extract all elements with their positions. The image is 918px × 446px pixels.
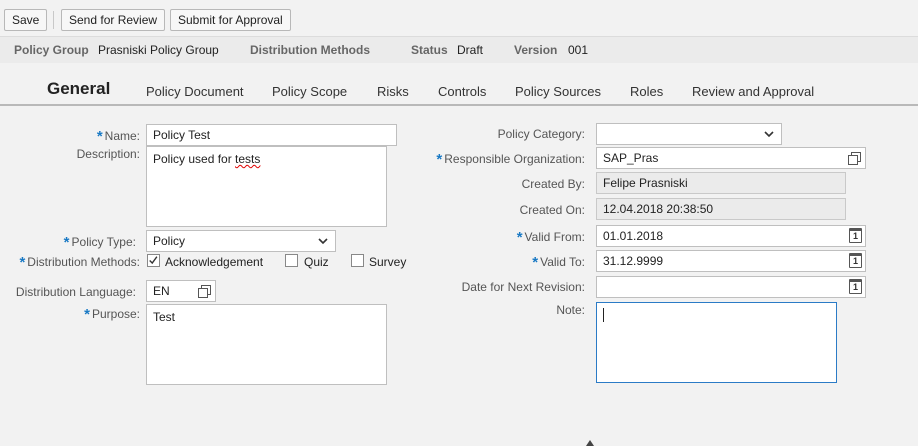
- quiz-label: Quiz: [304, 255, 329, 269]
- tab-strip: General Policy Document Policy Scope Ris…: [0, 63, 918, 106]
- name-label: * Name:: [96, 128, 140, 145]
- next-revision-input[interactable]: 1: [596, 276, 866, 298]
- quiz-checkbox[interactable]: [285, 254, 298, 267]
- survey-checkbox[interactable]: [351, 254, 364, 267]
- required-marker: *: [532, 254, 539, 271]
- status-label: Status: [411, 43, 448, 57]
- responsible-organization-value: SAP_Pras: [603, 151, 659, 165]
- toolbar-separator: [53, 11, 54, 29]
- tab-controls[interactable]: Controls: [438, 84, 486, 99]
- policy-group-label: Policy Group: [14, 43, 89, 57]
- distribution-language-value: EN: [153, 284, 170, 298]
- version-value: 001: [568, 43, 589, 57]
- tab-policy-document[interactable]: Policy Document: [146, 84, 244, 99]
- valid-from-input[interactable]: 01.01.2018 1: [596, 225, 866, 247]
- distribution-methods-header-label: Distribution Methods: [250, 43, 370, 57]
- submit-for-approval-button[interactable]: Submit for Approval: [170, 9, 291, 31]
- tab-general[interactable]: General: [47, 79, 110, 99]
- header-info-bar: Policy Group Prasniski Policy Group Dist…: [0, 37, 918, 63]
- mouse-pointer-icon: [586, 440, 594, 446]
- distribution-methods-label: * Distribution Methods:: [19, 254, 140, 271]
- responsible-organization-input[interactable]: SAP_Pras: [596, 147, 866, 169]
- misspelled-word: tests: [235, 152, 261, 166]
- value-help-icon[interactable]: [198, 285, 211, 298]
- calendar-icon[interactable]: 1: [849, 228, 862, 243]
- created-by-field: Felipe Prasniski: [596, 172, 846, 194]
- policy-type-select[interactable]: Policy: [146, 230, 336, 252]
- valid-to-value: 31.12.9999: [603, 254, 664, 268]
- created-on-field: 12.04.2018 20:38:50: [596, 198, 846, 220]
- calendar-icon[interactable]: 1: [849, 253, 862, 268]
- tab-risks[interactable]: Risks: [377, 84, 409, 99]
- next-revision-label: Date for Next Revision:: [461, 280, 585, 294]
- note-label: Note:: [556, 303, 585, 317]
- required-marker: *: [84, 306, 90, 323]
- created-by-label: Created By:: [521, 177, 585, 191]
- send-for-review-button[interactable]: Send for Review: [61, 9, 166, 31]
- chevron-down-icon: [764, 131, 774, 138]
- valid-to-input[interactable]: 31.12.9999 1: [596, 250, 866, 272]
- required-marker: *: [19, 254, 26, 271]
- valid-from-value: 01.01.2018: [603, 229, 664, 243]
- distribution-language-input[interactable]: EN: [146, 280, 216, 302]
- policy-group-value: Prasniski Policy Group: [98, 43, 219, 57]
- calendar-icon[interactable]: 1: [849, 279, 862, 294]
- version-label: Version: [514, 43, 558, 57]
- policy-type-value: Policy: [153, 234, 186, 248]
- text-caret: [603, 308, 604, 322]
- value-help-icon[interactable]: [848, 152, 861, 165]
- status-value: Draft: [457, 43, 484, 57]
- survey-label: Survey: [369, 255, 407, 269]
- valid-to-label: * Valid To:: [532, 254, 585, 271]
- tab-policy-scope[interactable]: Policy Scope: [272, 84, 347, 99]
- description-label: Description:: [76, 147, 140, 161]
- created-on-label: Created On:: [519, 203, 585, 217]
- tab-roles[interactable]: Roles: [630, 84, 663, 99]
- policy-category-label: Policy Category:: [497, 127, 585, 141]
- responsible-organization-label: * Responsible Organization:: [436, 151, 585, 168]
- purpose-label: * Purpose:: [84, 306, 140, 323]
- acknowledgement-label: Acknowledgement: [165, 255, 264, 269]
- tab-policy-sources[interactable]: Policy Sources: [515, 84, 601, 99]
- acknowledgement-checkbox[interactable]: [147, 254, 160, 267]
- required-marker: *: [436, 151, 443, 168]
- valid-from-label: * Valid From:: [516, 229, 585, 246]
- required-marker: *: [63, 234, 70, 251]
- policy-type-label: * Policy Type:: [63, 234, 136, 251]
- policy-category-select[interactable]: [596, 123, 782, 145]
- name-input[interactable]: Policy Test: [146, 124, 397, 146]
- checkmark-icon: [149, 256, 158, 265]
- required-marker: *: [516, 229, 523, 246]
- chevron-down-icon: [318, 238, 328, 245]
- note-textarea[interactable]: [596, 302, 837, 383]
- required-marker: *: [96, 128, 103, 145]
- tab-review-and-approval[interactable]: Review and Approval: [692, 84, 814, 99]
- save-button[interactable]: Save: [4, 9, 48, 31]
- distribution-language-label: Distribution Language:: [15, 285, 136, 299]
- purpose-textarea[interactable]: Test: [146, 304, 387, 385]
- description-textarea[interactable]: Policy used for tests: [146, 146, 387, 227]
- toolbar: Save Send for Review Submit for Approval: [0, 0, 918, 37]
